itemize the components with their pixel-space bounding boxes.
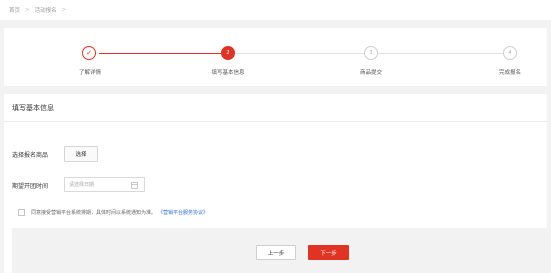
date-picker[interactable] (64, 177, 145, 192)
basic-info-form: 填写基本信息 选择报名商品 选择 期望开团时间 同意接受营销平台系统排期，具体时… (4, 94, 547, 273)
step-2-label: 填写基本信息 (211, 70, 245, 76)
agreement-row: 同意接受营销平台系统排期，具体时间以系统通知为准。 《营销平台服务协议》 (18, 209, 208, 216)
step-1-label: 了解详情 (78, 70, 102, 76)
agreement-link[interactable]: 《营销平台服务协议》 (158, 209, 208, 216)
breadcrumb-current: 活动报名 (34, 8, 57, 14)
form-footer: 上一步 下一步 (12, 228, 547, 273)
agreement-text: 同意接受营销平台系统排期，具体时间以系统通知为准。 (31, 210, 157, 216)
select-product-label: 选择报名商品 (12, 152, 49, 159)
breadcrumb-separator: > (25, 7, 30, 13)
breadcrumb-separator-trailing: > (61, 7, 67, 13)
progress-steps: ✓ 2 3 4 了解详情 填写基本信息 商品提交 完成报名 (4, 28, 547, 86)
breadcrumb: 首页 > 活动报名 > (0, 0, 551, 20)
step-2-marker: 2 (221, 46, 235, 60)
prev-step-button[interactable]: 上一步 (256, 245, 296, 260)
step-4-marker: 4 (503, 46, 517, 60)
section-title: 填写基本信息 (12, 104, 54, 112)
select-product-button[interactable]: 选择 (64, 146, 98, 162)
step-connector-3 (375, 53, 506, 54)
section-divider (4, 121, 547, 122)
date-label: 期望开团时间 (12, 183, 49, 190)
step-connector-2 (234, 53, 367, 54)
agreement-checkbox[interactable] (18, 209, 25, 216)
step-3-marker: 3 (364, 46, 378, 60)
step-1-check-icon: ✓ (82, 46, 96, 60)
breadcrumb-home-link[interactable]: 首页 (9, 6, 20, 14)
step-3-label: 商品提交 (359, 70, 383, 76)
step-4-label: 完成报名 (498, 70, 522, 76)
next-step-button[interactable]: 下一步 (308, 245, 349, 260)
step-connector-1 (99, 52, 226, 54)
calendar-icon[interactable] (131, 181, 138, 189)
date-input[interactable] (69, 179, 129, 191)
